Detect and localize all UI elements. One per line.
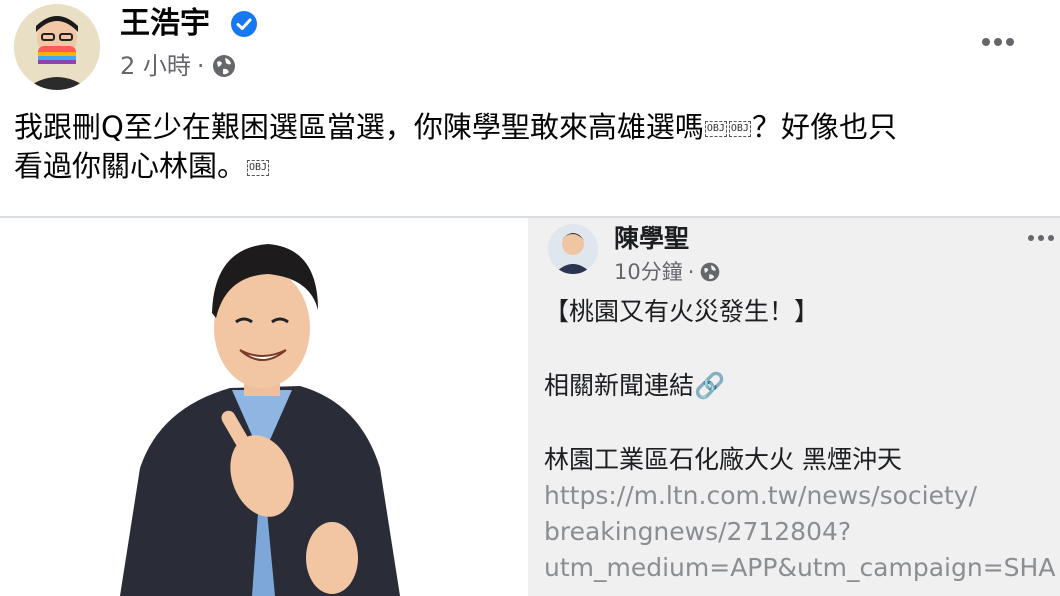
post-text-line-1: 我跟刪Q至少在艱困選區當選，你陳學聖敢來高雄選嗎 OBJ OBJ ？好像也只 — [14, 108, 1044, 147]
inner-author-name: 陳學聖 — [614, 224, 690, 253]
post-text-line-2: 看過你關心林園。 OBJ — [14, 147, 1044, 186]
author-avatar[interactable] — [14, 4, 100, 90]
inner-meta-separator: · — [687, 260, 695, 284]
author-name[interactable]: 王浩宇 — [120, 6, 210, 42]
inner-post-news-title: 林園工業區石化廠大火 黑煙沖天 — [544, 445, 902, 474]
post-timestamp[interactable]: 2 小時 — [120, 50, 191, 82]
verified-badge-icon — [231, 11, 257, 37]
inner-post-headline: 【桃園又有火災發生！】 — [544, 297, 820, 326]
inner-post-text: 【桃園又有火災發生！】 相關新聞連結🔗 林園工業區石化廠大火 黑煙沖天 http… — [544, 294, 1056, 586]
screenshot-of-post: 陳學聖 10分鐘 · 【桃園又有火災發生！】 相關新聞連結🔗 林園工業區石化廠大… — [528, 218, 1060, 596]
post-text-line-1-start: 我跟刪Q至少在艱困選區當選，你陳學聖敢來高雄選嗎 — [14, 110, 704, 144]
meta-separator: · — [196, 52, 205, 80]
man-in-suit-illustration — [0, 218, 528, 596]
post-text-line-1-end: ？好像也只 — [751, 110, 897, 144]
more-options-icon — [1028, 235, 1054, 241]
object-placeholder: OBJ — [728, 121, 751, 137]
inner-post-related-news: 相關新聞連結🔗 — [544, 371, 726, 400]
post-meta: 2 小時 · — [120, 50, 237, 82]
avatar-image — [14, 4, 100, 90]
inner-post-link-line-2: breakingnews/2712804? — [544, 517, 852, 546]
inner-post-meta: 10分鐘 · — [614, 258, 721, 286]
inner-author-avatar — [548, 224, 598, 274]
attached-image[interactable]: 陳學聖 10分鐘 · 【桃園又有火災發生！】 相關新聞連結🔗 林園工業區石化廠大… — [0, 218, 1060, 596]
inner-post-link-line-1: https://m.ltn.com.tw/news/society/ — [544, 481, 977, 510]
post-text: 我跟刪Q至少在艱困選區當選，你陳學聖敢來高雄選嗎 OBJ OBJ ？好像也只 看過你關… — [14, 108, 1044, 186]
object-placeholder: OBJ — [247, 160, 270, 176]
inner-avatar-image — [548, 224, 598, 274]
post-header: 王浩宇 2 小時 · — [0, 0, 1060, 92]
inner-post-link-line-3: utm_medium=APP&utm_campaign=SHA — [544, 553, 1056, 582]
globe-icon — [701, 262, 720, 282]
post-text-line-2-text: 看過你關心林園。 — [14, 149, 247, 183]
politician-photo — [0, 218, 528, 596]
globe-icon[interactable] — [211, 53, 237, 79]
more-options-icon[interactable] — [974, 24, 1022, 60]
object-placeholder: OBJ — [704, 121, 727, 137]
inner-post-timestamp: 10分鐘 — [614, 260, 683, 284]
